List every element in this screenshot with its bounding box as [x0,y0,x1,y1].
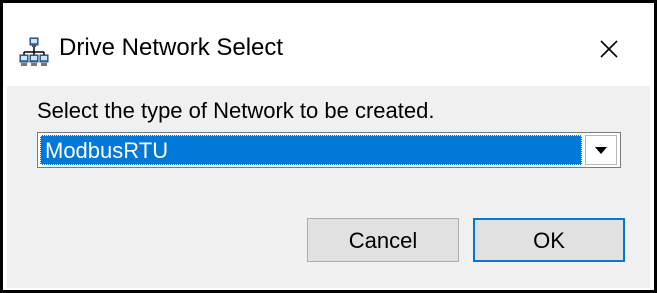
network-type-selected-value: ModbusRTU [45,138,169,163]
ok-button[interactable]: OK [473,218,625,262]
network-type-select[interactable]: ModbusRTU [37,132,621,168]
dialog-body: Select the type of Network to be created… [7,86,650,288]
window-title: Drive Network Select [59,34,284,61]
drive-network-select-dialog: Drive Network Select Select the type of … [0,0,657,293]
close-icon [600,40,618,58]
chevron-down-icon [595,147,607,154]
network-type-selected-field[interactable]: ModbusRTU [40,135,582,165]
network-icon [19,37,49,67]
title-bar[interactable]: Drive Network Select [3,3,654,86]
network-type-prompt: Select the type of Network to be created… [37,98,435,123]
dropdown-toggle[interactable] [585,135,617,165]
close-button[interactable] [591,31,627,67]
cancel-button[interactable]: Cancel [307,218,459,262]
